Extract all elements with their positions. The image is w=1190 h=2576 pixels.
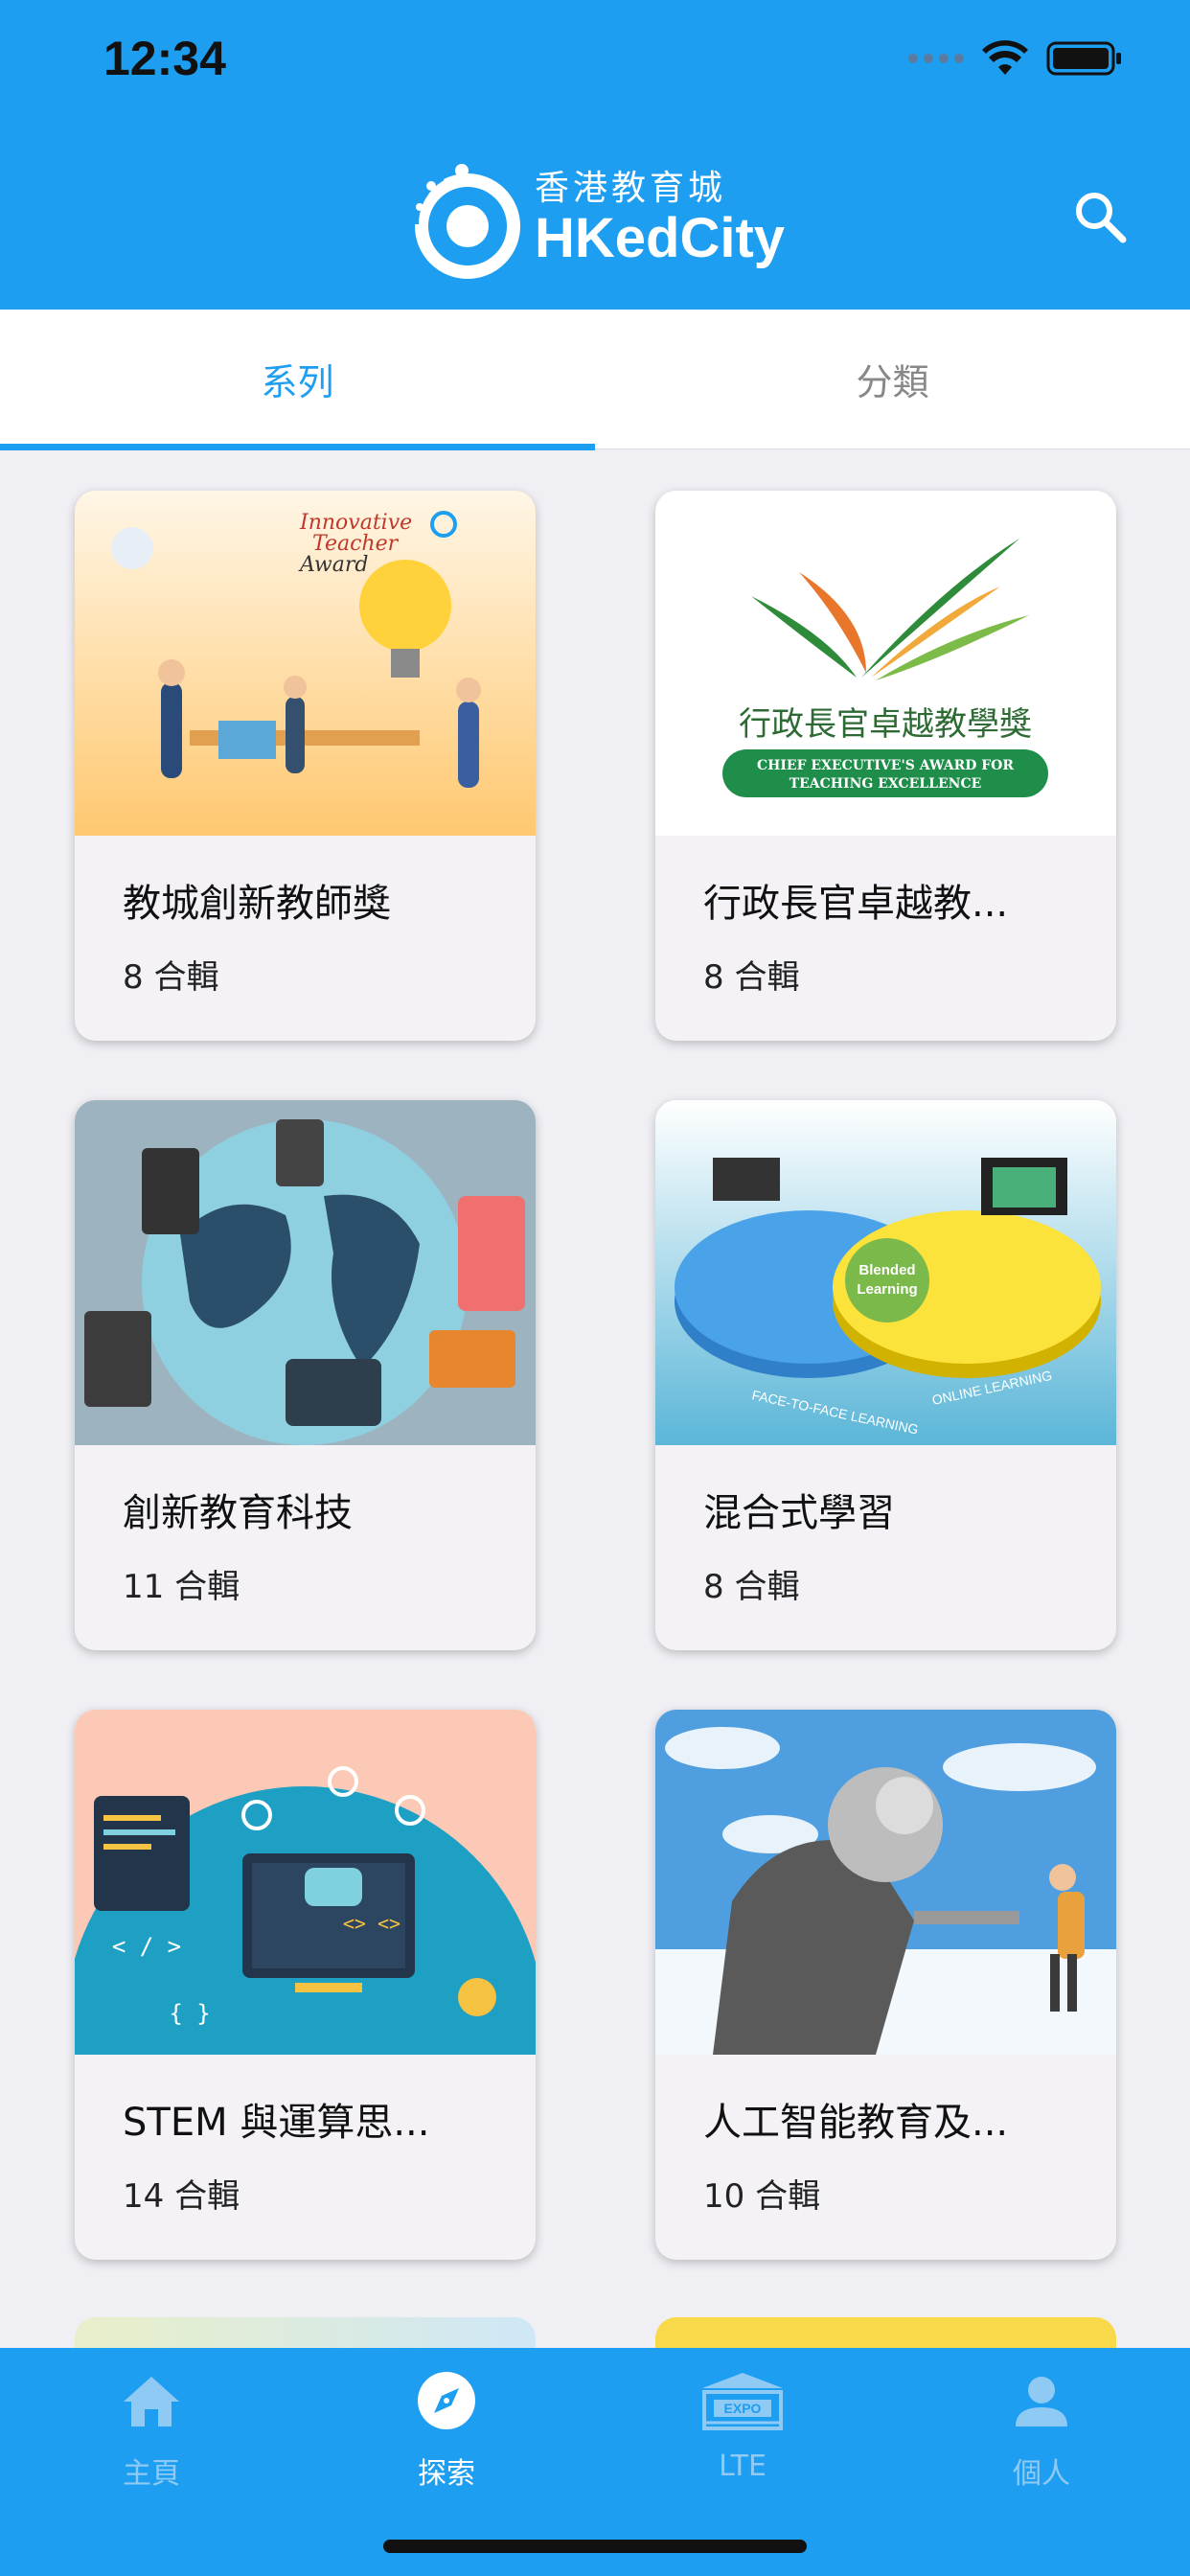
card-count: 14 合輯 (123, 2177, 240, 2216)
card-count: 10 合輯 (703, 2177, 821, 2216)
expo-icon: EXPO (702, 2373, 783, 2430)
series-card[interactable]: 人工智能教育及... 10 合輯 (655, 1710, 1116, 2260)
series-card[interactable]: 創新教育科技 11 合輯 (75, 1100, 536, 1650)
curly-brace-text: { } (169, 2000, 210, 2027)
code-tag-text: < / > (112, 1933, 181, 1960)
search-icon[interactable] (1071, 188, 1129, 245)
card-title: 教城創新教師獎 (123, 882, 391, 926)
active-tab-indicator (0, 444, 595, 450)
award-title-line3: Award (298, 553, 368, 577)
status-icons (908, 40, 1123, 77)
card-thumbnail (655, 1710, 1116, 2055)
nav-explore-label: 探索 (418, 2457, 475, 2491)
card-title: 混合式學習 (703, 1491, 895, 1535)
card-title: 人工智能教育及... (703, 2101, 1009, 2145)
blended-label-line1: Blended (858, 1262, 915, 1278)
nav-profile-label: 個人 (1013, 2457, 1070, 2491)
award-english-line2: TEACHING EXCELLENCE (790, 776, 982, 792)
tab-category-label: 分類 (856, 361, 929, 403)
award-english-line1: CHIEF EXECUTIVE'S AWARD FOR (757, 758, 1014, 773)
card-thumbnail: Innovative Teacher Award (75, 491, 536, 836)
series-card[interactable]: Blended Learning FACE-TO-FACE LEARNING O… (655, 1100, 1116, 1650)
expo-icon-text: EXPO (724, 2401, 762, 2416)
card-count: 8 合輯 (703, 1568, 800, 1606)
card-count: 8 合輯 (123, 958, 219, 997)
screen-code-text: <> <> (343, 1912, 400, 1935)
series-card[interactable]: < / > { } <> <> STEM 與運算思... 14 合輯 (75, 1710, 536, 2260)
tab-category[interactable]: 分類 (595, 310, 1190, 448)
card-thumbnail (75, 1100, 536, 1445)
card-count: 11 合輯 (123, 1568, 240, 1606)
card-title: 創新教育科技 (123, 1491, 353, 1535)
award-chinese-title: 行政長官卓越教學獎 (739, 705, 1032, 744)
card-thumbnail: < / > { } <> <> (75, 1710, 536, 2055)
home-indicator[interactable] (383, 2540, 807, 2553)
tab-series[interactable]: 系列 (0, 310, 595, 450)
series-card[interactable]: 行政長官卓越教學獎 CHIEF EXECUTIVE'S AWARD FOR TE… (655, 491, 1116, 1041)
nav-profile[interactable]: 個人 (893, 2367, 1190, 2511)
nav-explore[interactable]: 探索 (298, 2367, 595, 2511)
card-title: STEM 與運算思... (123, 2101, 430, 2145)
tab-series-label: 系列 (261, 361, 334, 403)
card-count: 8 合輯 (703, 958, 800, 997)
series-card[interactable]: Innovative Teacher Award 教城創新教師獎 8 合輯 (75, 491, 536, 1041)
blended-label-line2: Learning (857, 1281, 917, 1298)
home-icon (124, 2377, 179, 2426)
nav-lte-label: LTE (719, 2450, 767, 2483)
tab-bar: 系列 分類 (0, 310, 1190, 450)
wifi-icon (982, 40, 1028, 75)
cellular-signal-icon (908, 54, 964, 63)
card-thumbnail: 行政長官卓越教學獎 CHIEF EXECUTIVE'S AWARD FOR TE… (655, 491, 1116, 836)
card-thumbnail: Blended Learning FACE-TO-FACE LEARNING O… (655, 1100, 1116, 1445)
app-header: 12:34 香港教育城 HKedCity (0, 0, 1190, 310)
hkedcity-logo-icon (404, 164, 520, 279)
card-title: 行政長官卓越教... (703, 882, 1009, 926)
status-time: 12:34 (103, 32, 226, 85)
logo-chinese-text: 香港教育城 (535, 169, 727, 208)
battery-icon (1046, 41, 1121, 76)
person-icon (1016, 2377, 1067, 2426)
compass-icon (418, 2372, 475, 2429)
nav-home[interactable]: 主頁 (3, 2367, 300, 2511)
hkedcity-logo: 香港教育城 HKedCity (402, 157, 785, 282)
logo-english-text: HKedCity (535, 207, 786, 269)
nav-lte[interactable]: EXPO LTE (594, 2367, 891, 2511)
nav-home-label: 主頁 (123, 2457, 180, 2491)
